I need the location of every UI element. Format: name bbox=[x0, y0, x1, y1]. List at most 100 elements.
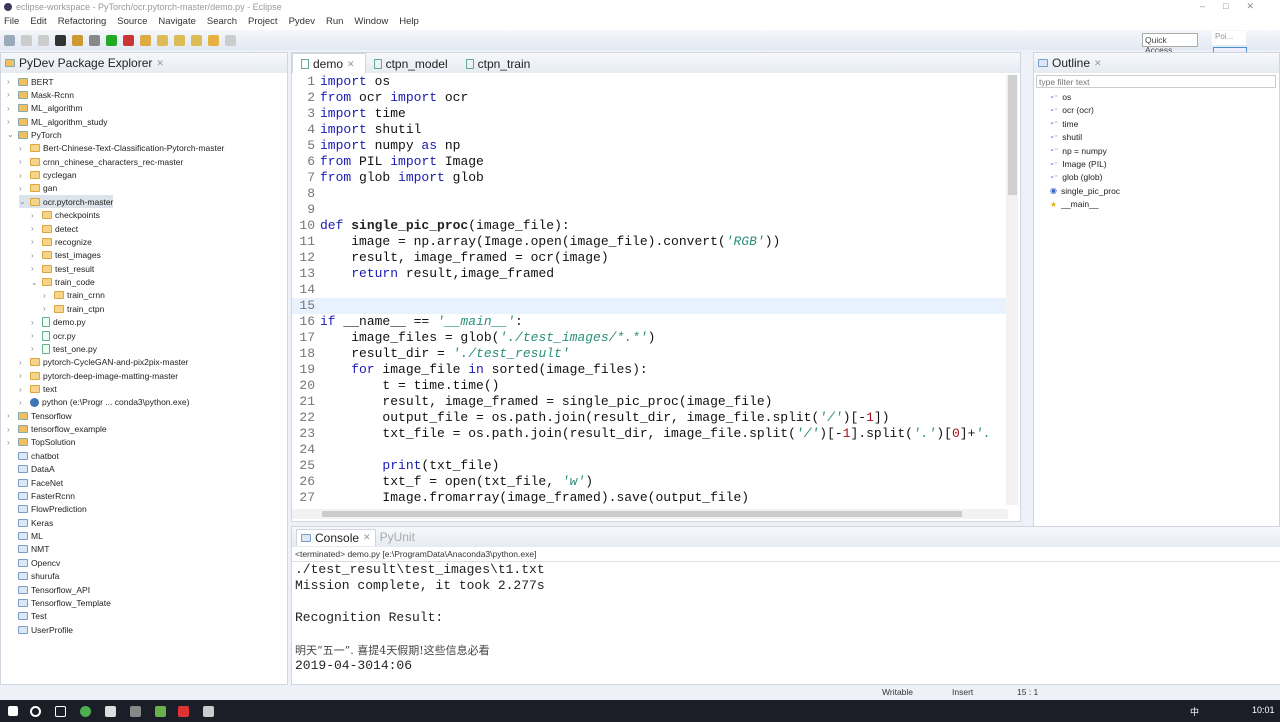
tree-item[interactable]: › Bert-Chinese-Text-Classification-Pytorc… bbox=[19, 142, 224, 155]
toolbar-icon[interactable] bbox=[72, 34, 83, 46]
toolbar-icon[interactable] bbox=[106, 34, 117, 46]
tab-console[interactable]: Console ✕ bbox=[296, 528, 376, 546]
vertical-scrollbar[interactable] bbox=[1006, 75, 1018, 505]
task-view-icon[interactable] bbox=[55, 706, 66, 717]
tree-item[interactable]: ⌄ train_code bbox=[31, 276, 95, 289]
chevron-right-icon[interactable]: › bbox=[19, 157, 27, 166]
app-icon[interactable] bbox=[105, 706, 116, 717]
chevron-right-icon[interactable]: › bbox=[7, 77, 15, 86]
outline-item[interactable]: ⁃⁻ Image (PIL) bbox=[1050, 159, 1107, 169]
close-icon[interactable]: ✕ bbox=[363, 532, 371, 543]
outline-filter-input[interactable] bbox=[1036, 75, 1276, 88]
chevron-right-icon[interactable]: › bbox=[19, 358, 27, 367]
menu-file[interactable]: File bbox=[4, 16, 19, 30]
menu-search[interactable]: Search bbox=[207, 16, 237, 30]
outline-item[interactable]: ⁃⁻ os bbox=[1050, 92, 1071, 102]
chevron-right-icon[interactable]: › bbox=[31, 211, 39, 220]
chevron-right-icon[interactable]: › bbox=[43, 304, 51, 313]
chevron-right-icon[interactable]: › bbox=[7, 104, 15, 113]
clock[interactable]: 10:01 bbox=[1252, 705, 1275, 715]
tree-item[interactable]: shurufa bbox=[7, 570, 59, 583]
tree-item[interactable]: chatbot bbox=[7, 449, 59, 462]
chevron-down-icon[interactable]: ⌄ bbox=[31, 278, 39, 287]
tree-item[interactable]: › test_one.py bbox=[31, 342, 97, 355]
chevron-right-icon[interactable]: › bbox=[19, 371, 27, 380]
chevron-right-icon[interactable]: › bbox=[7, 411, 15, 420]
toolbar-icon[interactable] bbox=[225, 34, 236, 46]
chevron-right-icon[interactable]: › bbox=[43, 291, 51, 300]
outline-item[interactable]: ⁃⁻ np = numpy bbox=[1050, 146, 1107, 156]
chevron-right-icon[interactable]: › bbox=[31, 237, 39, 246]
menu-help[interactable]: Help bbox=[399, 16, 419, 30]
chevron-down-icon[interactable]: ⌄ bbox=[7, 130, 15, 139]
chevron-right-icon[interactable]: › bbox=[31, 224, 39, 233]
perspective-selector[interactable]: Poi... bbox=[1212, 31, 1246, 45]
chevron-right-icon[interactable]: › bbox=[31, 251, 39, 260]
chevron-right-icon[interactable]: › bbox=[7, 90, 15, 99]
tree-item[interactable]: DataA bbox=[7, 463, 55, 476]
menu-project[interactable]: Project bbox=[248, 16, 278, 30]
eclipse-taskbar-icon[interactable] bbox=[178, 706, 189, 717]
menu-window[interactable]: Window bbox=[354, 16, 388, 30]
tab-pyunit[interactable]: PyUnit bbox=[380, 530, 415, 544]
search-icon[interactable] bbox=[30, 706, 41, 717]
tree-item[interactable]: ⌄ PyTorch bbox=[7, 128, 62, 141]
close-icon[interactable]: ✕ bbox=[347, 59, 355, 70]
toolbar-icon[interactable] bbox=[140, 34, 151, 46]
tab-demo[interactable]: demo ✕ bbox=[292, 53, 366, 73]
tree-item[interactable]: › gan bbox=[19, 182, 57, 195]
toolbar-icon[interactable] bbox=[191, 34, 202, 46]
tree-item[interactable]: FlowPrediction bbox=[7, 503, 87, 516]
window-controls[interactable]: –□✕ bbox=[1200, 1, 1272, 12]
toolbar-icon[interactable] bbox=[4, 34, 15, 46]
tree-item[interactable]: › ML_algorithm bbox=[7, 102, 83, 115]
tree-item[interactable]: Test bbox=[7, 610, 47, 623]
outline-item[interactable]: ⁃⁻ ocr (ocr) bbox=[1050, 105, 1094, 115]
horizontal-scrollbar[interactable] bbox=[292, 509, 1008, 519]
tab-ctpn_train[interactable]: ctpn_train bbox=[458, 54, 541, 73]
chevron-right-icon[interactable]: › bbox=[31, 331, 39, 340]
tree-item[interactable]: Tensorflow_API bbox=[7, 583, 90, 596]
tree-item[interactable]: › python (e:\Progr ... conda3\python.exe) bbox=[19, 396, 189, 409]
outline-item[interactable]: ⁃⁻ glob (glob) bbox=[1050, 172, 1102, 182]
ime-indicator[interactable]: 中 bbox=[1190, 705, 1199, 718]
chevron-right-icon[interactable]: › bbox=[7, 438, 15, 447]
chevron-right-icon[interactable]: › bbox=[19, 398, 27, 407]
tree-item[interactable]: › tensorflow_example bbox=[7, 423, 107, 436]
outline-item[interactable]: ⁃⁻ shutil bbox=[1050, 132, 1082, 142]
toolbar-icon[interactable] bbox=[55, 34, 66, 46]
tree-item[interactable]: › ocr.py bbox=[31, 329, 76, 342]
tree-item[interactable]: › ML_algorithm_study bbox=[7, 115, 108, 128]
tree-item[interactable]: › test_images bbox=[31, 249, 101, 262]
app-icon[interactable] bbox=[203, 706, 214, 717]
outline-item[interactable]: ◉ single_pic_proc bbox=[1050, 186, 1120, 196]
tree-item[interactable]: › demo.py bbox=[31, 316, 86, 329]
chevron-right-icon[interactable]: › bbox=[31, 318, 39, 327]
close-icon[interactable]: ✕ bbox=[156, 58, 164, 69]
tree-item[interactable]: › BERT bbox=[7, 75, 54, 88]
scroll-thumb[interactable] bbox=[1008, 75, 1017, 195]
toolbar-icon[interactable] bbox=[89, 34, 100, 46]
toolbar-icon[interactable] bbox=[174, 34, 185, 46]
chevron-right-icon[interactable]: › bbox=[31, 264, 39, 273]
tab-ctpn_model[interactable]: ctpn_model bbox=[366, 54, 458, 73]
tree-item[interactable]: › recognize bbox=[31, 235, 92, 248]
chevron-right-icon[interactable]: › bbox=[19, 171, 27, 180]
chevron-right-icon[interactable]: › bbox=[19, 184, 27, 193]
tree-item[interactable]: › text bbox=[19, 383, 57, 396]
tree-item[interactable]: › Mask-Rcnn bbox=[7, 88, 74, 101]
quick-access-input[interactable]: Quick Access bbox=[1142, 33, 1198, 55]
windows-start-icon[interactable] bbox=[8, 706, 18, 716]
chevron-right-icon[interactable]: › bbox=[31, 344, 39, 353]
menu-refactoring[interactable]: Refactoring bbox=[58, 16, 107, 30]
tree-item[interactable]: › detect bbox=[31, 222, 78, 235]
tree-item[interactable]: Keras bbox=[7, 516, 53, 529]
tree-item[interactable]: › pytorch-CycleGAN-and-pix2pix-master bbox=[19, 356, 189, 369]
menu-navigate[interactable]: Navigate bbox=[158, 16, 196, 30]
tree-item[interactable]: › checkpoints bbox=[31, 209, 100, 222]
outline-item[interactable]: ⁃⁻ time bbox=[1050, 119, 1078, 129]
browser-icon[interactable] bbox=[80, 706, 91, 717]
tree-item[interactable]: ML bbox=[7, 530, 43, 543]
tree-item[interactable]: FasterRcnn bbox=[7, 489, 75, 502]
tree-item[interactable]: NMT bbox=[7, 543, 49, 556]
